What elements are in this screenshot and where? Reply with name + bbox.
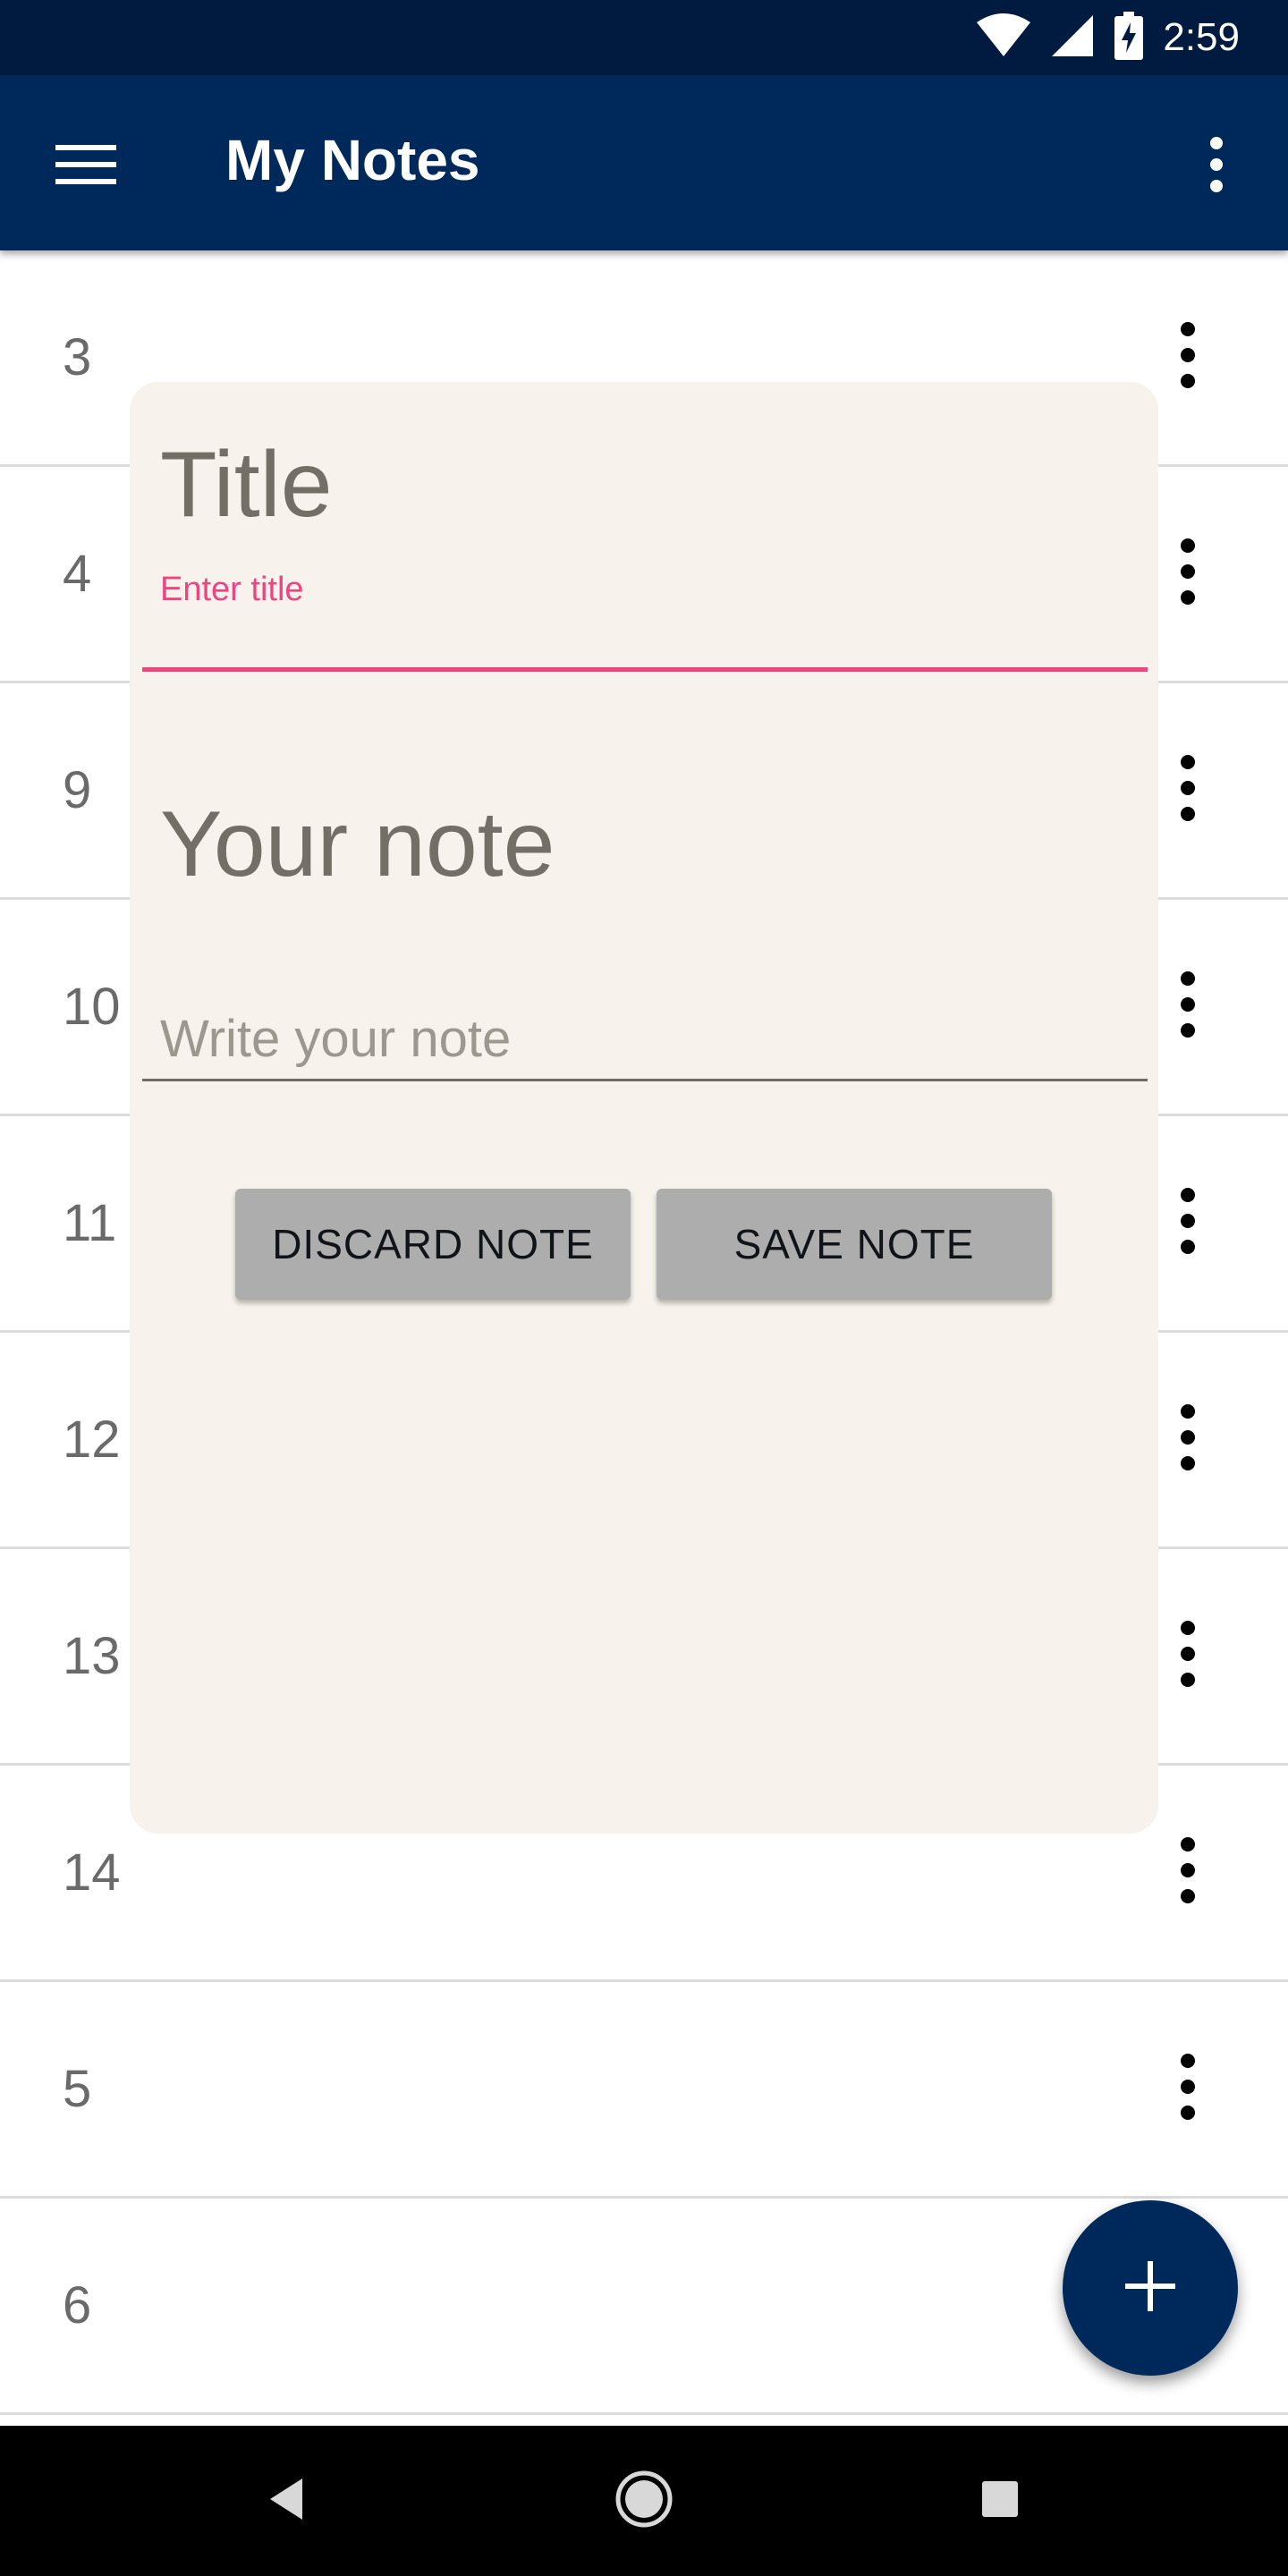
status-bar: 2:59 bbox=[0, 0, 1288, 75]
overflow-menu-button[interactable] bbox=[1181, 122, 1252, 211]
nav-back-button[interactable] bbox=[224, 2426, 349, 2576]
save-note-button[interactable]: SAVE NOTE bbox=[657, 1189, 1052, 1300]
status-icons: 2:59 bbox=[977, 11, 1240, 64]
note-options-button[interactable] bbox=[1161, 1982, 1215, 2196]
note-options-button[interactable] bbox=[1161, 1116, 1215, 1330]
screen: 2:59 My Notes 3 4 9 10 11 12 13 14 5 6 T… bbox=[0, 0, 1288, 2576]
note-options-button[interactable] bbox=[1161, 250, 1215, 464]
note-row[interactable]: 5 bbox=[0, 1982, 1288, 2199]
note-heading: Your note bbox=[160, 792, 555, 896]
more-vert-icon bbox=[1179, 1620, 1197, 1692]
note-options-button[interactable] bbox=[1161, 683, 1215, 897]
note-number: 10 bbox=[63, 978, 121, 1036]
status-time: 2:59 bbox=[1163, 15, 1240, 59]
title-field-label: Enter title bbox=[160, 571, 304, 608]
nav-home-button[interactable] bbox=[581, 2426, 707, 2576]
title-input[interactable] bbox=[142, 614, 1148, 672]
app-bar: My Notes bbox=[0, 75, 1288, 250]
title-heading: Title bbox=[160, 433, 333, 537]
cell-signal-icon bbox=[1050, 13, 1095, 63]
note-options-button[interactable] bbox=[1161, 900, 1215, 1114]
recents-icon bbox=[980, 2479, 1020, 2523]
note-options-button[interactable] bbox=[1161, 467, 1215, 681]
home-icon bbox=[614, 2470, 674, 2533]
note-number: 14 bbox=[63, 1843, 121, 1902]
more-vert-icon bbox=[1179, 538, 1197, 610]
note-options-button[interactable] bbox=[1161, 1333, 1215, 1546]
new-note-dialog: Title Enter title Your note DISCARD NOTE… bbox=[130, 382, 1158, 1834]
menu-icon bbox=[55, 143, 116, 191]
wifi-icon bbox=[977, 13, 1031, 63]
note-number: 11 bbox=[63, 1194, 117, 1252]
more-vert-icon bbox=[1179, 1836, 1197, 1909]
app-title: My Notes bbox=[225, 128, 480, 192]
add-note-fab[interactable] bbox=[1063, 2200, 1238, 2376]
note-number: 12 bbox=[63, 1411, 121, 1469]
note-number: 6 bbox=[63, 2276, 92, 2334]
menu-button[interactable] bbox=[41, 122, 131, 211]
note-input[interactable] bbox=[142, 999, 1148, 1081]
more-vert-icon bbox=[1179, 754, 1197, 826]
more-vert-icon bbox=[1179, 321, 1197, 394]
note-options-button[interactable] bbox=[1161, 1766, 1215, 1979]
more-vert-icon bbox=[1208, 136, 1225, 198]
navigation-bar bbox=[0, 2426, 1288, 2576]
note-options-button[interactable] bbox=[1161, 1549, 1215, 1763]
discard-note-button[interactable]: DISCARD NOTE bbox=[235, 1189, 631, 1300]
more-vert-icon bbox=[1179, 1187, 1197, 1259]
plus-icon bbox=[1125, 2260, 1175, 2316]
note-number: 13 bbox=[63, 1627, 121, 1685]
battery-charging-icon bbox=[1114, 11, 1144, 64]
more-vert-icon bbox=[1179, 970, 1197, 1043]
more-vert-icon bbox=[1179, 1403, 1197, 1476]
note-number: 3 bbox=[63, 328, 92, 386]
note-number: 9 bbox=[63, 761, 92, 819]
nav-recents-button[interactable] bbox=[937, 2426, 1063, 2576]
more-vert-icon bbox=[1179, 2053, 1197, 2125]
note-number: 5 bbox=[63, 2060, 92, 2118]
note-number: 4 bbox=[63, 545, 92, 603]
back-icon bbox=[267, 2477, 306, 2526]
